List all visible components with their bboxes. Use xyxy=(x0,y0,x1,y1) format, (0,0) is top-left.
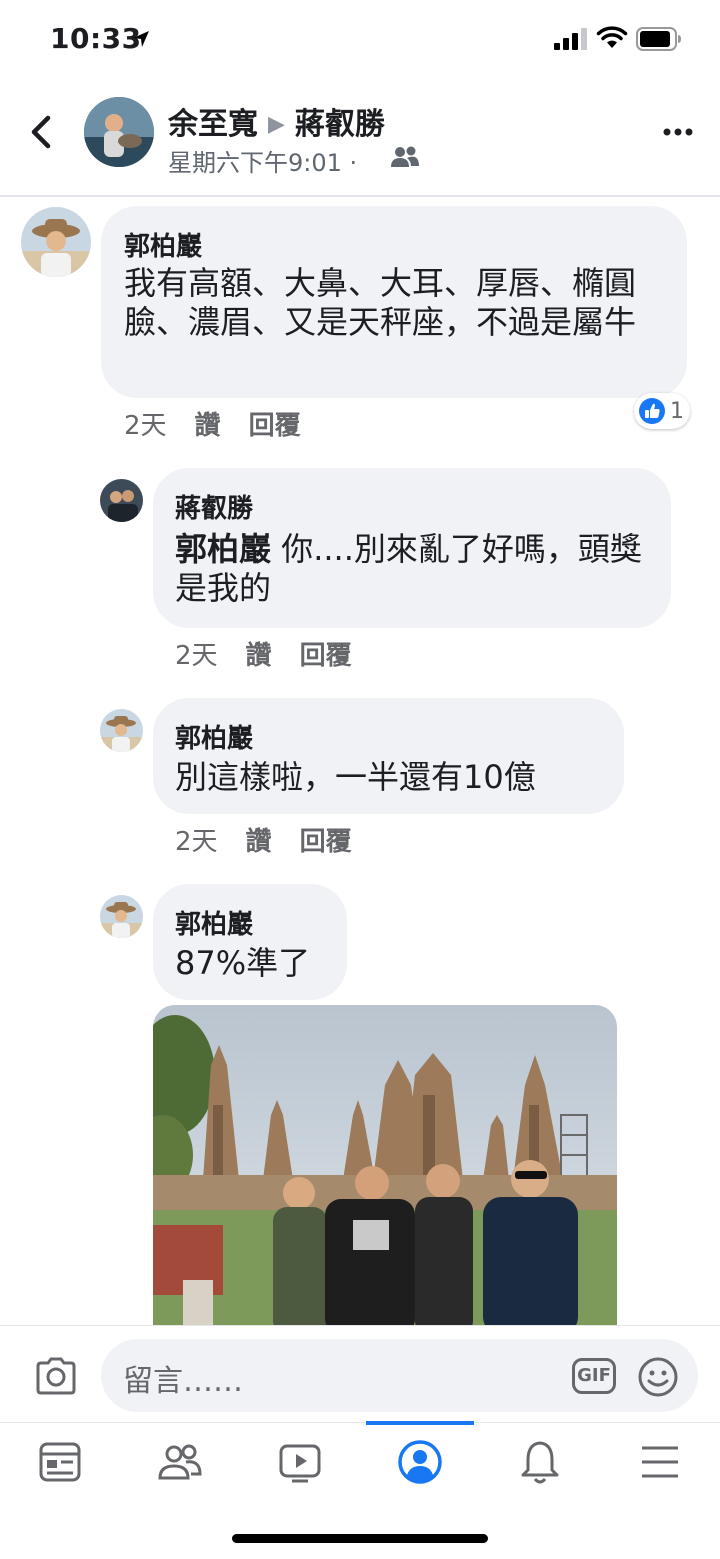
cellular-signal-icon xyxy=(554,28,587,50)
comment-author[interactable]: 郭柏巖 xyxy=(124,226,202,263)
profile-icon[interactable] xyxy=(396,1438,444,1486)
like-button[interactable]: 讚 xyxy=(246,641,272,671)
reply-button[interactable]: 回覆 xyxy=(249,411,301,441)
comment-time: 2天 xyxy=(124,411,167,441)
reply-button[interactable]: 回覆 xyxy=(300,827,352,857)
comment-time: 2天 xyxy=(175,641,218,671)
header-divider xyxy=(0,195,720,197)
comment-actions: 2天讚回覆 xyxy=(124,405,329,442)
author-name[interactable]: 余至寬 xyxy=(168,107,258,142)
post-title: 余至寬 ▶ 蔣叡勝 xyxy=(168,99,385,143)
comment-actions: 2天讚回覆 xyxy=(175,635,380,672)
active-tab-indicator xyxy=(366,1421,474,1425)
commenter-avatar[interactable] xyxy=(100,895,143,938)
comment-actions: 2天讚回覆 xyxy=(175,821,380,858)
comment-text: 我有高額、大鼻、大耳、厚唇、橢圓臉、濃眉、又是天秤座，不過是屬牛 xyxy=(124,264,637,341)
commenter-avatar[interactable] xyxy=(21,207,91,277)
comment-text: 87%準了 xyxy=(175,944,311,982)
back-chevron-icon[interactable] xyxy=(26,112,56,152)
location-arrow-icon xyxy=(133,31,149,47)
comment-photo[interactable] xyxy=(153,1005,617,1335)
mention-tag[interactable]: 郭柏巖 xyxy=(175,530,271,568)
more-options-icon[interactable] xyxy=(662,122,694,142)
meta-separator: · xyxy=(349,149,358,177)
commenter-avatar[interactable] xyxy=(100,479,143,522)
emoji-icon[interactable] xyxy=(637,1356,679,1398)
comment-time: 2天 xyxy=(175,827,218,857)
menu-icon[interactable] xyxy=(636,1438,684,1486)
friends-tab-icon[interactable] xyxy=(156,1438,204,1486)
post-meta: 星期六下午9:01 · xyxy=(168,143,357,178)
notifications-bell-icon[interactable] xyxy=(516,1438,564,1486)
battery-icon xyxy=(636,27,681,51)
like-reaction-icon xyxy=(639,398,665,424)
reaction-count-badge[interactable]: 1 xyxy=(634,393,690,429)
watch-icon[interactable] xyxy=(276,1438,324,1486)
status-time: 10:33 xyxy=(50,22,142,55)
like-button[interactable]: 讚 xyxy=(195,411,221,441)
camera-icon[interactable] xyxy=(34,1356,78,1396)
like-button[interactable]: 讚 xyxy=(246,827,272,857)
shared-to-arrow-icon: ▶ xyxy=(268,112,285,137)
comment-text: 別這樣啦，一半還有10億 xyxy=(175,758,536,796)
comment-text: 郭柏巖 你....別來亂了好嗎，頭獎是我的 xyxy=(175,530,655,608)
author-avatar[interactable] xyxy=(84,97,154,167)
news-feed-icon[interactable] xyxy=(36,1438,84,1486)
commenter-avatar[interactable] xyxy=(100,709,143,752)
wifi-icon xyxy=(596,26,628,48)
reaction-count: 1 xyxy=(670,398,684,424)
home-indicator[interactable] xyxy=(232,1534,488,1543)
target-name[interactable]: 蔣叡勝 xyxy=(295,107,385,142)
comment-author[interactable]: 郭柏巖 xyxy=(175,904,253,941)
friends-audience-icon xyxy=(391,146,419,167)
post-timestamp[interactable]: 星期六下午9:01 xyxy=(168,149,342,177)
gif-button[interactable]: GIF xyxy=(572,1358,616,1394)
comment-author[interactable]: 蔣叡勝 xyxy=(175,488,253,525)
reply-button[interactable]: 回覆 xyxy=(300,641,352,671)
comment-author[interactable]: 郭柏巖 xyxy=(175,718,253,755)
comment-input-placeholder[interactable]: 留言…… xyxy=(123,1356,243,1400)
